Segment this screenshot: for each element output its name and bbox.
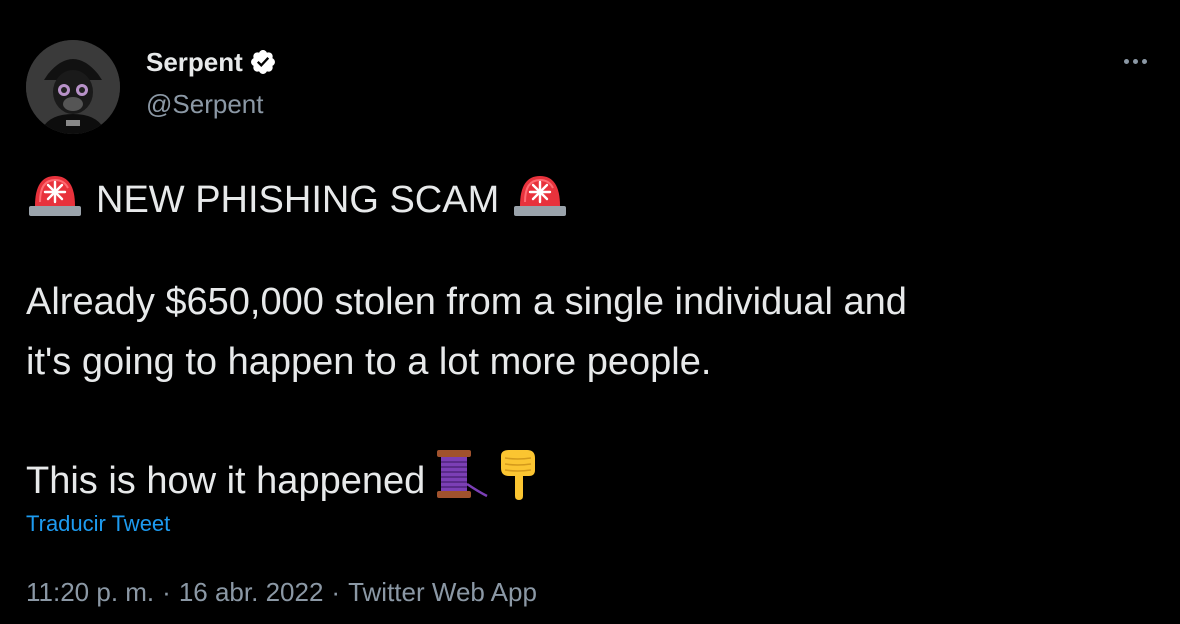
tweet-card: Serpent @Serpent NEW PHISHING SCAM Alrea…	[0, 0, 1180, 624]
tweet-text-line-4: This is how it happened	[26, 448, 539, 514]
tweet-source[interactable]: Twitter Web App	[348, 577, 537, 607]
avatar-image	[26, 40, 120, 134]
tweet-headline: NEW PHISHING SCAM	[96, 179, 500, 221]
thread-spool-emoji	[431, 448, 491, 514]
verified-badge-icon	[249, 48, 277, 76]
tweet-time[interactable]: 11:20 p. m.	[26, 577, 154, 607]
tweet-text-line-1: NEW PHISHING SCAM	[26, 168, 569, 232]
author-handle[interactable]: @Serpent	[146, 88, 263, 120]
police-light-emoji	[26, 168, 84, 232]
tweet-text-line-2: Already $650,000 stolen from a single in…	[26, 281, 907, 323]
translate-tweet-link[interactable]: Traducir Tweet	[26, 510, 170, 538]
author-name-row[interactable]: Serpent	[146, 46, 277, 78]
thread-intro-text: This is how it happened	[26, 460, 426, 502]
police-light-emoji	[511, 168, 569, 232]
dot	[1142, 58, 1147, 64]
avatar[interactable]	[26, 40, 120, 134]
dot	[1124, 58, 1129, 64]
tweet-date[interactable]: 16 abr. 2022	[179, 577, 324, 607]
tweet-text-line-3: it's going to happen to a lot more peopl…	[26, 341, 712, 383]
pointing-down-emoji	[495, 448, 539, 514]
meta-separator: ·	[162, 577, 171, 607]
more-horizontal-icon[interactable]	[1124, 56, 1154, 66]
tweet-meta: 11:20 p. m. · 16 abr. 2022 · Twitter Web App	[26, 576, 537, 608]
meta-separator: ·	[331, 577, 341, 607]
dot	[1133, 58, 1138, 64]
display-name[interactable]: Serpent	[146, 46, 243, 78]
